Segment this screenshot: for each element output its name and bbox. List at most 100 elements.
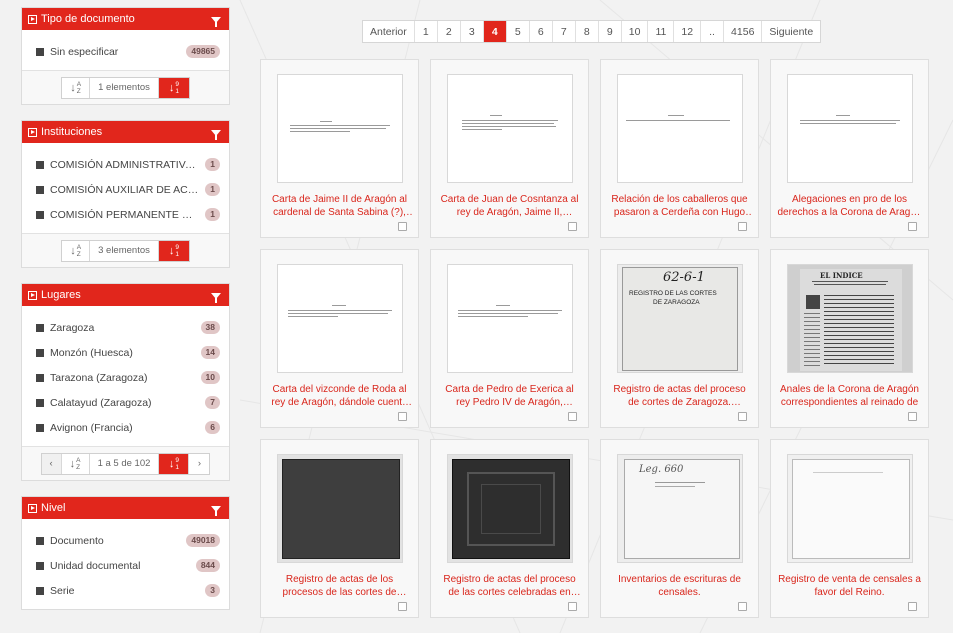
pagination-page-1[interactable]: 1 xyxy=(415,21,438,42)
select-checkbox[interactable] xyxy=(738,602,747,611)
document-thumbnail[interactable]: Leg. 660 xyxy=(617,454,743,563)
pagination-page-last[interactable]: 4156 xyxy=(724,21,763,42)
document-thumbnail[interactable] xyxy=(277,74,403,183)
facet-checkbox[interactable] xyxy=(36,536,44,545)
pagination-page-3[interactable]: 3 xyxy=(461,21,484,42)
result-card[interactable]: Carta de Jaime II de Aragón al cardenal … xyxy=(260,59,419,238)
result-card[interactable]: Leg. 660 Inventarios de escrituras de ce… xyxy=(600,439,759,618)
result-title[interactable]: Registro de actas del proceso de cortes … xyxy=(607,383,752,409)
document-thumbnail[interactable] xyxy=(787,74,913,183)
facet-checkbox[interactable] xyxy=(36,323,44,332)
result-card[interactable]: EL INDICE Anales de la Corona de Aragón … xyxy=(770,249,929,428)
result-title[interactable]: Registro de actas de los procesos de las… xyxy=(267,573,412,599)
select-checkbox[interactable] xyxy=(738,222,747,231)
result-title[interactable]: Carta de Juan de Cosntanza al rey de Ara… xyxy=(437,193,582,219)
document-thumbnail[interactable] xyxy=(787,454,913,563)
result-title[interactable]: Relación de los caballeros que pasaron a… xyxy=(607,193,752,219)
facet-next-button[interactable]: › xyxy=(189,453,210,474)
result-card[interactable]: Alegaciones en pro de los derechos a la … xyxy=(770,59,929,238)
result-card[interactable]: Registro de actas del proceso de las cor… xyxy=(430,439,589,618)
facet-checkbox[interactable] xyxy=(36,586,44,595)
sort-alpha-button[interactable]: ↓ A Z xyxy=(62,77,91,98)
facet-header-lugares[interactable]: Lugares xyxy=(22,284,229,306)
result-card[interactable]: 62-6-1 REGISTRO DE LAS CORTES DE ZARAGOZ… xyxy=(600,249,759,428)
facet-prev-button[interactable]: ‹ xyxy=(41,453,62,474)
pagination-page-8[interactable]: 8 xyxy=(576,21,599,42)
facet-item[interactable]: COMISIÓN PERMANENTE DE LA 1 xyxy=(36,202,220,227)
filter-icon[interactable] xyxy=(211,506,221,516)
select-checkbox[interactable] xyxy=(568,602,577,611)
facet-item[interactable]: Monzón (Huesca) 14 xyxy=(36,340,220,365)
collapse-icon[interactable] xyxy=(28,503,37,513)
document-thumbnail[interactable] xyxy=(277,264,403,373)
document-thumbnail[interactable] xyxy=(617,74,743,183)
document-thumbnail[interactable] xyxy=(447,264,573,373)
pagination-page-7[interactable]: 7 xyxy=(553,21,576,42)
document-thumbnail[interactable]: 62-6-1 REGISTRO DE LAS CORTES DE ZARAGOZ… xyxy=(617,264,743,373)
facet-checkbox[interactable] xyxy=(36,423,44,432)
sort-count-button[interactable]: ↓ 9 1 xyxy=(158,77,189,98)
filter-icon[interactable] xyxy=(211,17,221,27)
facet-checkbox[interactable] xyxy=(36,210,44,219)
pagination-page-11[interactable]: 11 xyxy=(648,21,675,42)
sort-alpha-button[interactable]: ↓ A Z xyxy=(62,240,91,261)
select-checkbox[interactable] xyxy=(908,412,917,421)
facet-header-instituciones[interactable]: Instituciones xyxy=(22,121,229,143)
result-title[interactable]: Inventarios de escrituras de censales. xyxy=(607,573,752,599)
select-checkbox[interactable] xyxy=(398,222,407,231)
facet-item[interactable]: Tarazona (Zaragoza) 10 xyxy=(36,365,220,390)
sort-count-button[interactable]: ↓ 9 1 xyxy=(159,453,190,474)
pagination-page-5[interactable]: 5 xyxy=(507,21,530,42)
select-checkbox[interactable] xyxy=(568,222,577,231)
facet-checkbox[interactable] xyxy=(36,185,44,194)
select-checkbox[interactable] xyxy=(568,412,577,421)
facet-checkbox[interactable] xyxy=(36,47,44,56)
collapse-icon[interactable] xyxy=(28,290,37,300)
facet-item[interactable]: Sin especificar 49865 xyxy=(36,39,220,64)
result-title[interactable]: Registro de venta de censales a favor de… xyxy=(777,573,922,599)
facet-checkbox[interactable] xyxy=(36,160,44,169)
pagination-page-2[interactable]: 2 xyxy=(438,21,461,42)
pagination-page-12[interactable]: 12 xyxy=(674,21,702,42)
collapse-icon[interactable] xyxy=(28,14,37,24)
facet-item[interactable]: Serie 3 xyxy=(36,578,220,603)
result-title[interactable]: Registro de actas del proceso de las cor… xyxy=(437,573,582,599)
facet-item[interactable]: COMISIÓN AUXILIAR DE ACTAS 1 xyxy=(36,177,220,202)
select-checkbox[interactable] xyxy=(908,222,917,231)
result-title[interactable]: Alegaciones en pro de los derechos a la … xyxy=(777,193,922,219)
facet-item[interactable]: Unidad documental 844 xyxy=(36,553,220,578)
result-title[interactable]: Anales de la Corona de Aragón correspond… xyxy=(777,383,922,409)
select-checkbox[interactable] xyxy=(398,602,407,611)
facet-checkbox[interactable] xyxy=(36,398,44,407)
facet-item[interactable]: COMISIÓN ADMINISTRATIVA DE 1 xyxy=(36,152,220,177)
document-thumbnail[interactable] xyxy=(447,454,573,563)
facet-item[interactable]: Calatayud (Zaragoza) 7 xyxy=(36,390,220,415)
result-title[interactable]: Carta de Pedro de Exerica al rey Pedro I… xyxy=(437,383,582,409)
document-thumbnail[interactable]: EL INDICE xyxy=(787,264,913,373)
facet-checkbox[interactable] xyxy=(36,561,44,570)
result-card[interactable]: Relación de los caballeros que pasaron a… xyxy=(600,59,759,238)
result-title[interactable]: Carta del vizconde de Roda al rey de Ara… xyxy=(267,383,412,409)
result-card[interactable]: Registro de actas de los procesos de las… xyxy=(260,439,419,618)
filter-icon[interactable] xyxy=(211,293,221,303)
result-card[interactable]: Carta de Pedro de Exerica al rey Pedro I… xyxy=(430,249,589,428)
select-checkbox[interactable] xyxy=(908,602,917,611)
sort-count-button[interactable]: ↓ 9 1 xyxy=(158,240,189,261)
result-card[interactable]: Registro de venta de censales a favor de… xyxy=(770,439,929,618)
sort-alpha-button[interactable]: ↓ A Z xyxy=(62,453,90,474)
result-title[interactable]: Carta de Jaime II de Aragón al cardenal … xyxy=(267,193,412,219)
pagination-next[interactable]: Siguiente xyxy=(762,21,820,42)
facet-header-tipo[interactable]: Tipo de documento xyxy=(22,8,229,30)
facet-item[interactable]: Documento 49018 xyxy=(36,528,220,553)
facet-header-nivel[interactable]: Nivel xyxy=(22,497,229,519)
pagination-prev[interactable]: Anterior xyxy=(363,21,415,42)
result-card[interactable]: Carta del vizconde de Roda al rey de Ara… xyxy=(260,249,419,428)
facet-checkbox[interactable] xyxy=(36,373,44,382)
collapse-icon[interactable] xyxy=(28,127,37,137)
filter-icon[interactable] xyxy=(211,130,221,140)
pagination-page-4-active[interactable]: 4 xyxy=(483,21,507,42)
document-thumbnail[interactable] xyxy=(447,74,573,183)
document-thumbnail[interactable] xyxy=(277,454,403,563)
facet-checkbox[interactable] xyxy=(36,348,44,357)
pagination-page-9[interactable]: 9 xyxy=(599,21,622,42)
